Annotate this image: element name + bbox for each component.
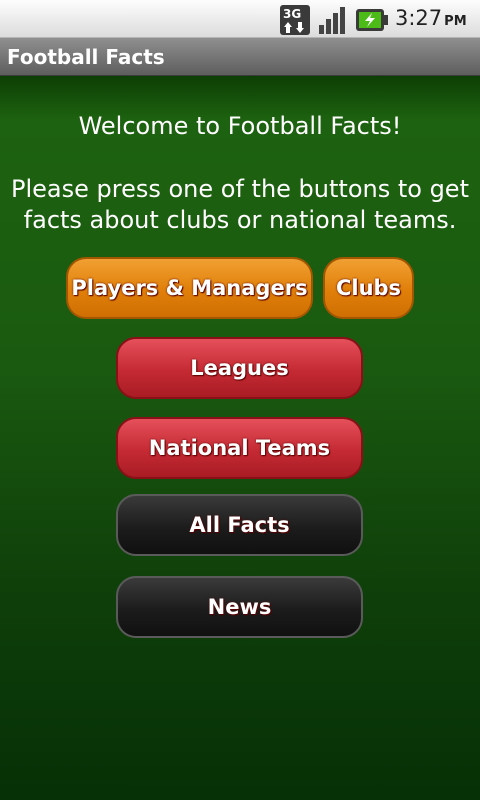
instructions-text: Please press one of the buttons to get f…	[11, 175, 469, 234]
players-managers-button[interactable]: Players & Managers	[66, 257, 313, 319]
app-title: Football Facts	[7, 45, 165, 69]
app-title-bar: Football Facts	[0, 38, 480, 76]
status-clock: 3:27 PM	[395, 6, 467, 30]
main-content: Welcome to Football Facts! Please press …	[0, 76, 480, 800]
clubs-button[interactable]: Clubs	[323, 257, 414, 319]
national-teams-button[interactable]: National Teams	[116, 417, 363, 479]
3g-data-icon: 3G	[279, 4, 311, 36]
all-facts-button[interactable]: All Facts	[116, 494, 363, 556]
svg-text:3G: 3G	[283, 7, 301, 21]
welcome-text: Welcome to Football Facts!	[78, 112, 402, 140]
clock-time: 3:27	[395, 6, 443, 30]
signal-strength-icon	[318, 5, 348, 35]
clock-ampm: PM	[444, 14, 467, 29]
leagues-button[interactable]: Leagues	[116, 337, 363, 399]
news-button[interactable]: News	[116, 576, 363, 638]
battery-charging-icon	[355, 6, 389, 34]
status-bar: 3G 3:27 PM	[0, 0, 480, 38]
